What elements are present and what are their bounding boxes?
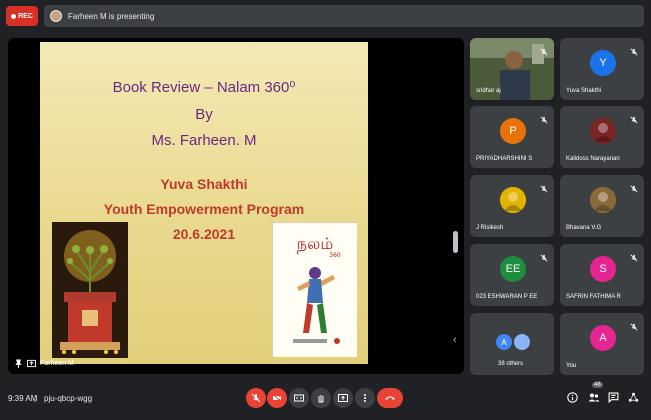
participant-avatar: A — [496, 329, 530, 355]
book-title: நலம் — [297, 234, 333, 253]
participant-avatar — [500, 187, 526, 213]
bottom-bar: 9:39 AM | pju-qbcp-wgg 48 — [0, 382, 651, 420]
leave-call-button[interactable] — [377, 388, 403, 408]
participant-name: SAFRIN FATHIMA R — [566, 294, 621, 300]
hand-icon — [318, 395, 324, 403]
presentation-slide: Book Review – Nalam 360⁰ By Ms. Farheen.… — [40, 42, 368, 364]
meet-window: REC Farheen M is presenting Book Review … — [0, 0, 651, 420]
more-vert-icon — [364, 394, 366, 402]
presenting-text: Farheen M is presenting — [68, 11, 155, 21]
slide-title: Book Review – Nalam 360⁰ — [112, 79, 296, 96]
participant-tile[interactable]: P PRIYADHARSHINI S — [470, 106, 554, 168]
chevron-left-icon[interactable]: ‹ — [453, 334, 457, 346]
mic-off-icon — [251, 393, 261, 403]
slide-program: Youth Empowerment Program — [103, 201, 305, 217]
participant-name: sridhar aj — [476, 88, 501, 94]
people-icon — [588, 393, 599, 402]
book-cover-image: நலம் 360 — [272, 222, 357, 357]
mic-muted-icon — [540, 249, 548, 262]
mic-muted-icon — [540, 111, 548, 124]
captions-icon — [294, 394, 304, 402]
slide-org: Yuva Shakthi — [160, 176, 248, 192]
participant-tile[interactable]: J Risikesh — [470, 175, 554, 237]
participant-avatar: A — [590, 325, 616, 351]
raise-hand-button[interactable] — [311, 388, 331, 408]
presenter-name-tag: Farheen M — [14, 359, 74, 368]
book-subtitle: 360 — [329, 252, 341, 259]
camera-off-button[interactable] — [267, 388, 287, 408]
recording-dot-icon — [11, 13, 17, 19]
recording-label: REC — [18, 12, 33, 20]
recording-badge: REC — [6, 6, 38, 26]
scroll-handle[interactable] — [453, 231, 458, 253]
more-options-button[interactable] — [355, 388, 375, 408]
activities-button[interactable] — [627, 391, 640, 404]
mic-off-button[interactable] — [246, 388, 266, 408]
participant-name: J Risikesh — [476, 225, 504, 231]
mic-muted-icon — [630, 318, 638, 331]
clock: 9:39 AM — [8, 394, 38, 403]
phone-hangup-icon — [385, 396, 395, 400]
captions-button[interactable] — [289, 388, 309, 408]
participant-tile[interactable]: A 38 others — [470, 313, 554, 375]
pin-icon[interactable] — [14, 359, 23, 368]
mic-muted-icon — [630, 111, 638, 124]
activities-icon — [628, 392, 639, 402]
participant-name: 023 ESHWARAN P EE — [476, 294, 538, 300]
separator: | — [34, 394, 37, 403]
people-button[interactable] — [587, 391, 600, 404]
participant-name: PRIYADHARSHINI S — [476, 156, 533, 162]
participant-name: Kalidoss Narayanan — [566, 156, 620, 162]
mic-muted-icon — [540, 180, 548, 193]
participant-tile[interactable]: Y Yuva Shakthi — [560, 38, 644, 100]
present-screen-icon — [27, 359, 36, 368]
participant-avatar: Y — [590, 50, 616, 76]
slide-by: By — [195, 106, 213, 123]
mic-muted-icon — [630, 43, 638, 56]
camera-off-icon — [272, 393, 282, 403]
presentation-stage[interactable]: Book Review – Nalam 360⁰ By Ms. Farheen.… — [8, 38, 464, 374]
participant-name: 38 others — [498, 361, 524, 367]
present-icon — [338, 394, 348, 402]
participant-tile[interactable]: Kalidoss Narayanan — [560, 106, 644, 168]
meeting-details-button[interactable] — [566, 391, 579, 404]
tulsi-plant-image — [52, 222, 128, 358]
participant-name: Bhavana V.G — [566, 225, 602, 231]
participant-avatar: S — [590, 256, 616, 282]
chat-button[interactable] — [607, 391, 620, 404]
mic-muted-icon — [630, 249, 638, 262]
presenter-name: Farheen M — [40, 360, 74, 367]
top-bar: REC Farheen M is presenting — [0, 0, 651, 32]
participant-name: You — [566, 363, 577, 369]
participant-avatar — [590, 118, 616, 144]
presenter-avatar — [50, 10, 62, 22]
participant-avatar — [590, 187, 616, 213]
presenting-banner: Farheen M is presenting — [44, 5, 644, 27]
present-button[interactable] — [333, 388, 353, 408]
participant-tile[interactable]: S SAFRIN FATHIMA R — [560, 244, 644, 306]
mic-muted-icon — [630, 180, 638, 193]
participant-name: Yuva Shakthi — [566, 88, 602, 94]
slide-author: Ms. Farheen. M — [151, 132, 257, 149]
mic-muted-icon — [540, 43, 548, 56]
info-icon — [567, 392, 578, 403]
chat-icon — [608, 392, 619, 403]
meeting-code: pju-qbcp-wgg — [44, 394, 93, 403]
participant-tile[interactable]: EE 023 ESHWARAN P EE — [470, 244, 554, 306]
participant-tile[interactable]: A You — [560, 313, 644, 375]
participant-avatar: P — [500, 118, 526, 144]
participant-avatar: EE — [500, 256, 526, 282]
participant-tile[interactable]: sridhar aj — [470, 38, 554, 100]
person-icon — [514, 334, 530, 350]
people-count-badge: 48 — [592, 382, 603, 388]
participant-tile[interactable]: Bhavana V.G — [560, 175, 644, 237]
